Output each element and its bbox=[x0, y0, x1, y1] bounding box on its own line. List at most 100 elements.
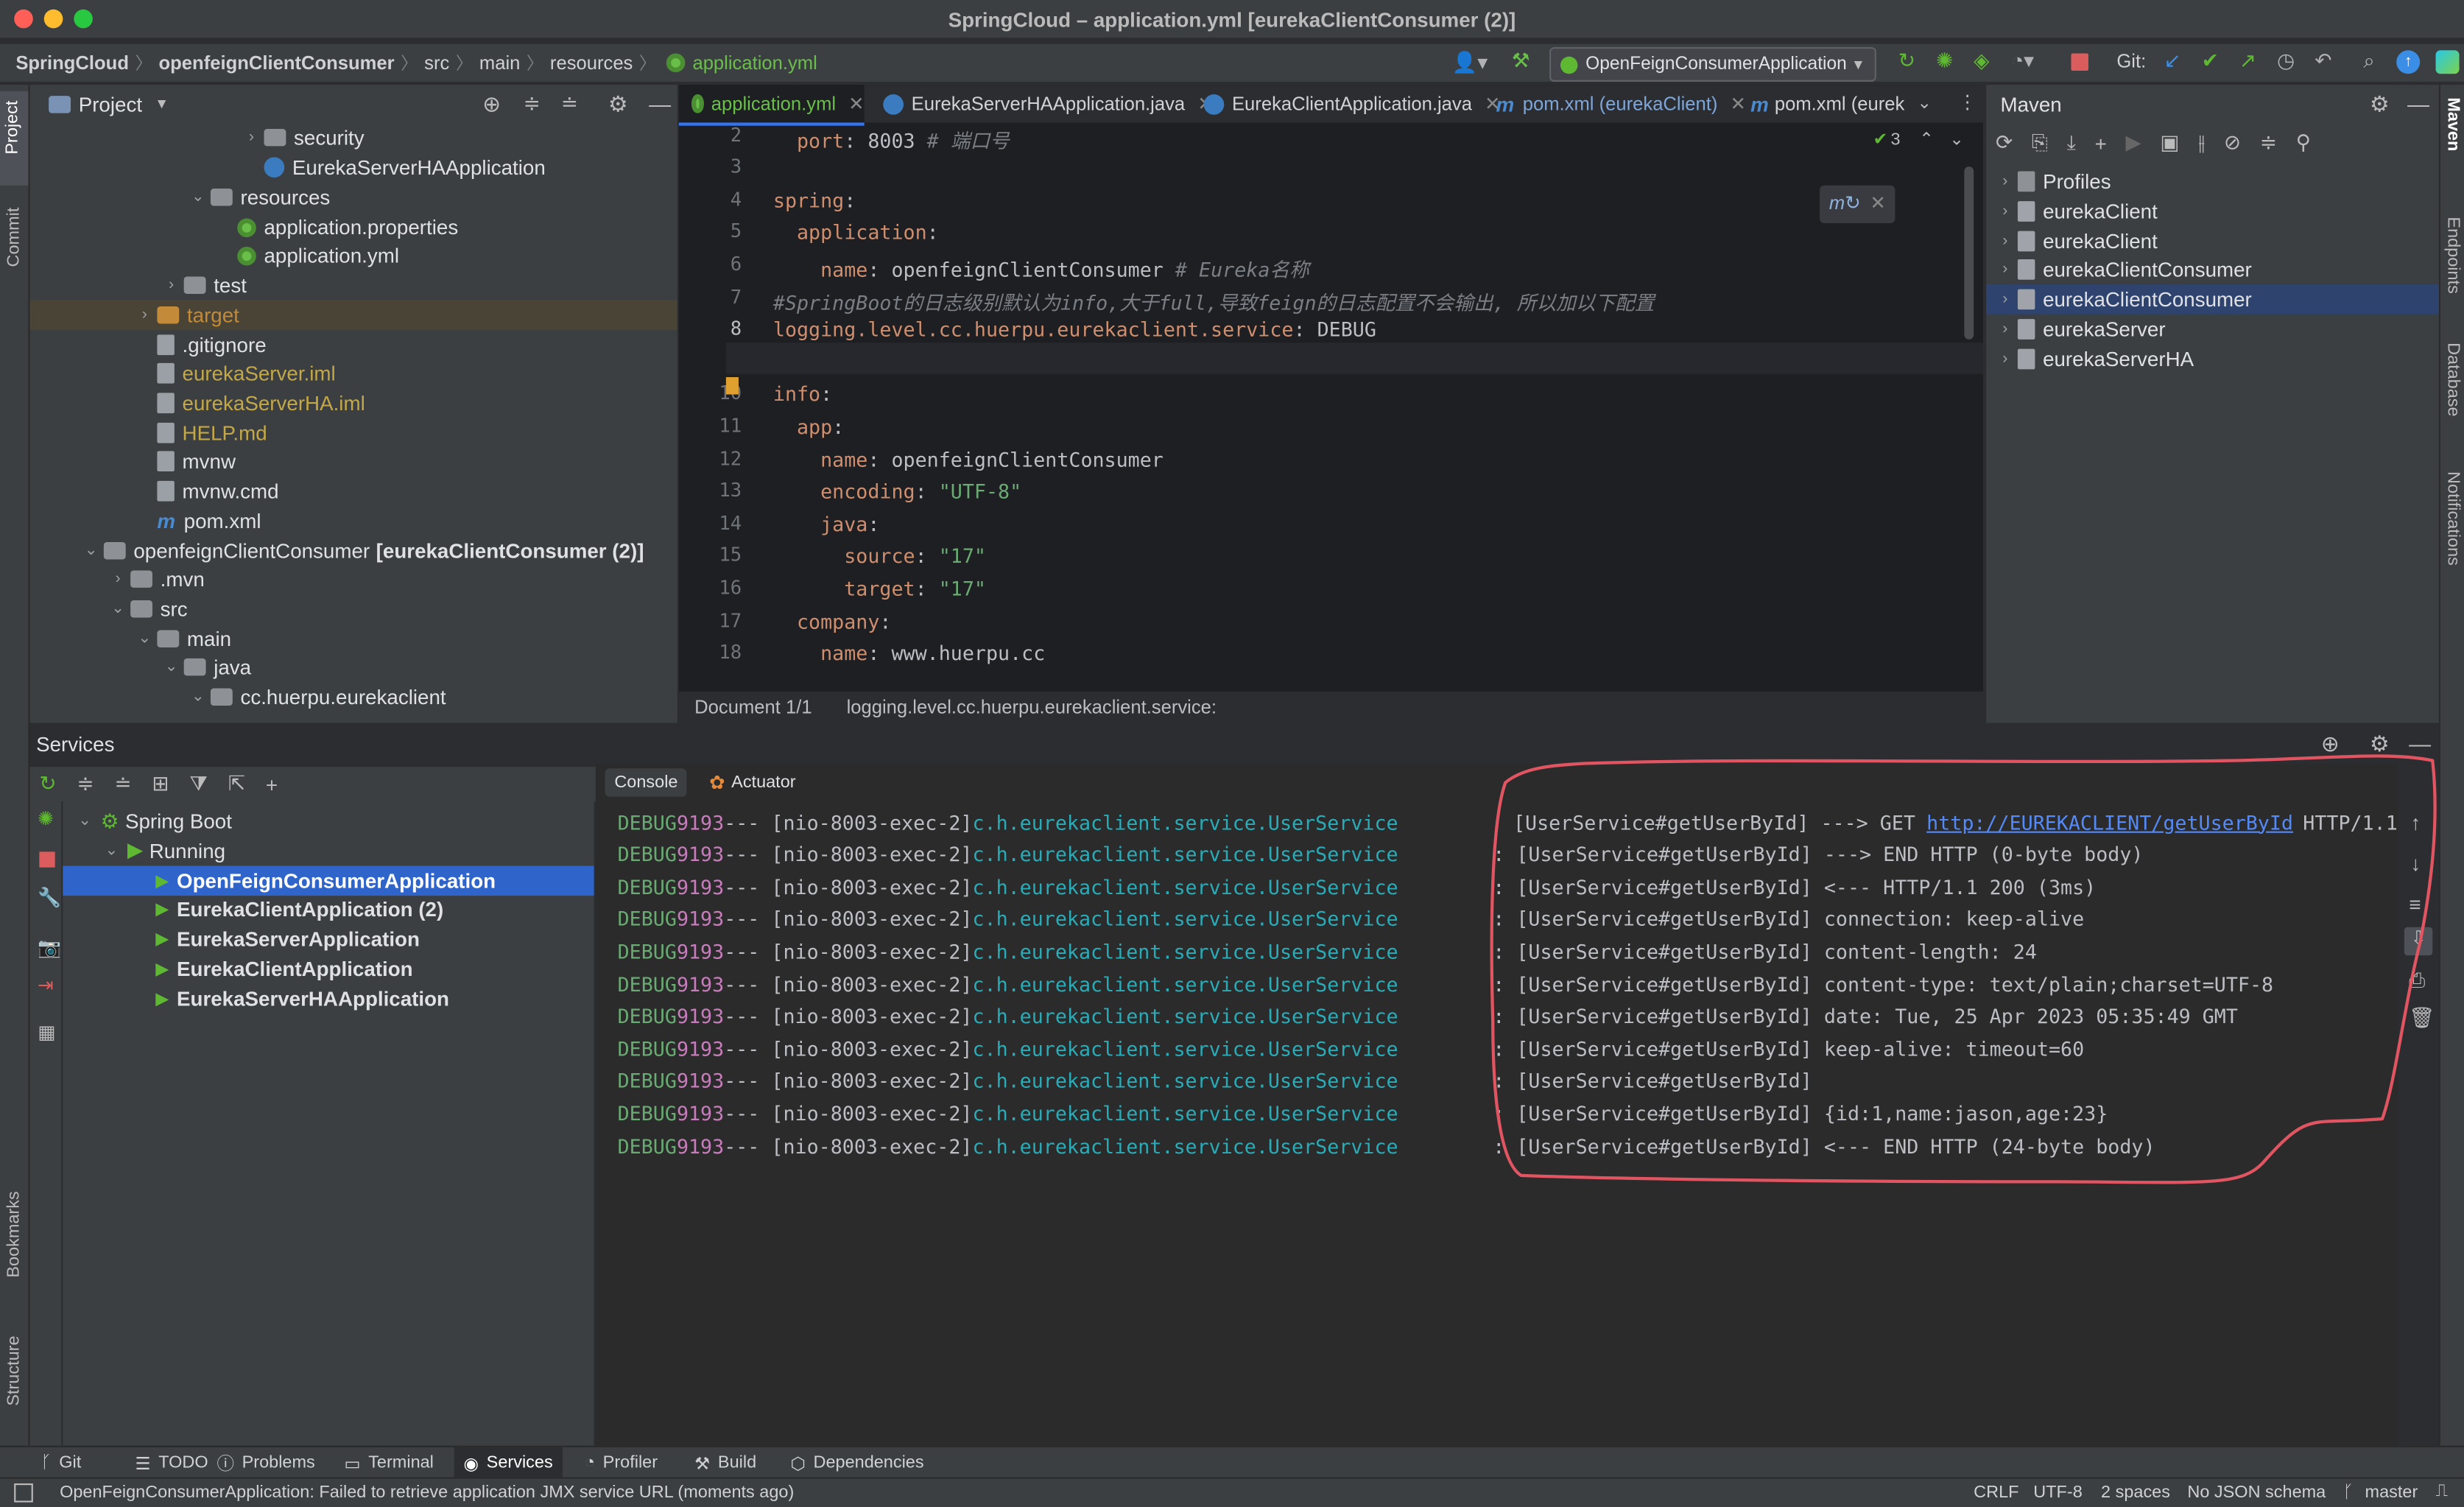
breadcrumb-project[interactable]: SpringCloud bbox=[15, 52, 129, 74]
chevron-right-icon[interactable]: › bbox=[1996, 291, 2015, 308]
services-tree-item[interactable]: ▶ OpenFeignConsumerApplication bbox=[63, 865, 594, 896]
code-view[interactable]: 1server:2 port: 8003 # 端口号34spring:5 app… bbox=[679, 113, 1968, 689]
scroll-to-end-icon[interactable]: ⇩ bbox=[2404, 927, 2433, 956]
coverage-icon[interactable]: ◈ bbox=[1974, 49, 1989, 74]
soft-wrap-icon[interactable]: ≡ bbox=[2409, 893, 2421, 916]
project-tree-row[interactable]: mvnw bbox=[30, 446, 677, 477]
layout-toggle-icon[interactable] bbox=[14, 1483, 33, 1503]
arrow-down-icon[interactable]: ↓ bbox=[2410, 851, 2421, 875]
maven-tree-item[interactable]: › eurekaClientConsumer bbox=[1986, 284, 2439, 315]
profile-run-icon[interactable]: ◔▾ bbox=[2011, 49, 2034, 74]
project-tree-row[interactable]: ⌄ resources bbox=[30, 182, 677, 212]
tab-eureka-server-ha-application[interactable]: EurekaServerHAApplication.java ✕ bbox=[870, 85, 1214, 122]
user-icon[interactable]: 👤▾ bbox=[1452, 50, 1488, 75]
maven-tree-item[interactable]: › Profiles bbox=[1986, 166, 2439, 197]
breadcrumb-file[interactable]: application.yml bbox=[692, 52, 817, 74]
json-schema[interactable]: No JSON schema bbox=[2187, 1483, 2326, 1503]
bookmarks-tool-button[interactable]: Bookmarks bbox=[4, 1191, 24, 1277]
gear-icon[interactable]: ⚙ bbox=[608, 91, 628, 117]
locate-icon[interactable]: ⊕ bbox=[2321, 730, 2340, 756]
project-tree-row[interactable]: application.properties bbox=[30, 212, 677, 242]
bottom-tab-services[interactable]: ◉ Services bbox=[454, 1447, 563, 1479]
project-tree-row[interactable]: › security bbox=[30, 122, 677, 152]
toggle-offline-icon[interactable]: ⫲ bbox=[2198, 130, 2205, 155]
services-tree-item[interactable]: ▶ EurekaServerHAApplication bbox=[63, 983, 594, 1014]
reload-icon[interactable]: ⟳ bbox=[1996, 130, 2013, 155]
breadcrumb-resources[interactable]: resources bbox=[550, 52, 633, 74]
project-tree-row[interactable]: › .mvn bbox=[30, 564, 677, 594]
project-tree-row[interactable]: eurekaServer.iml bbox=[30, 358, 677, 388]
chevron-right-icon[interactable]: › bbox=[1996, 350, 2015, 367]
maven-reload-popup[interactable]: m↻ ✕ bbox=[1820, 185, 1895, 223]
maven-tree-item[interactable]: › eurekaClientConsumer bbox=[1986, 255, 2439, 285]
database-tool-button[interactable]: Database bbox=[2443, 342, 2463, 416]
close-icon[interactable]: ✕ bbox=[848, 93, 864, 115]
chevron-down-icon[interactable]: ⌄ bbox=[108, 600, 127, 617]
breadcrumb-module[interactable]: openfeignClientConsumer bbox=[159, 52, 395, 74]
rerun-icon[interactable]: ↻ bbox=[1898, 49, 1915, 74]
tab-eureka-client-application[interactable]: EurekaClientApplication.java ✕ bbox=[1194, 85, 1501, 122]
project-tree-row[interactable]: HELP.md bbox=[30, 418, 677, 449]
bottom-tab-profiler[interactable]: ◔ Profiler bbox=[585, 1447, 658, 1479]
stop-icon[interactable] bbox=[2071, 53, 2088, 71]
collapse-all-icon[interactable]: ≐ bbox=[114, 772, 131, 797]
project-tool-button[interactable]: Project bbox=[0, 91, 29, 186]
add-service-icon[interactable]: + bbox=[266, 773, 278, 796]
analyze-icon[interactable]: ⚲ bbox=[2296, 130, 2311, 155]
close-icon[interactable]: ✕ bbox=[1870, 192, 1885, 214]
stop-icon[interactable] bbox=[39, 851, 55, 868]
print-icon[interactable]: ⎙ bbox=[2409, 968, 2425, 993]
group-by-icon[interactable]: ⊞ bbox=[152, 772, 169, 797]
tab-actuator[interactable]: Actuator bbox=[725, 768, 802, 796]
breadcrumb-src[interactable]: src bbox=[424, 52, 449, 74]
chevron-down-icon[interactable]: ⌄ bbox=[1949, 129, 1964, 150]
chevron-down-icon[interactable]: ▼ bbox=[155, 96, 169, 111]
hide-panel-icon[interactable]: — bbox=[2409, 731, 2431, 756]
services-tree-item[interactable]: ⌄ ▶ Running bbox=[63, 836, 594, 866]
search-icon[interactable]: ⌕ bbox=[2363, 49, 2375, 74]
lock-icon[interactable]: ⎍ bbox=[2436, 1482, 2448, 1503]
more-options-icon[interactable]: ⋮ bbox=[1958, 91, 1977, 113]
maven-tree-item[interactable]: › eurekaServerHA bbox=[1986, 344, 2439, 374]
chevron-right-icon[interactable]: › bbox=[1996, 232, 2015, 249]
tab-pom-eurek[interactable]: m pom.xml (eurek bbox=[1747, 85, 1904, 122]
bottom-tab-problems[interactable]: ⓘ Problems bbox=[217, 1447, 314, 1479]
chevron-up-icon[interactable]: ⌃ bbox=[1919, 129, 1934, 150]
yaml-path[interactable]: logging.level.cc.huerpu.eurekaclient.ser… bbox=[847, 696, 1217, 718]
log-link[interactable]: http://EUREKACLIENT/getUserById bbox=[1926, 810, 2293, 834]
close-icon[interactable]: ✕ bbox=[1731, 93, 1746, 115]
status-message[interactable]: OpenFeignConsumerApplication: Failed to … bbox=[60, 1483, 794, 1503]
exit-icon[interactable]: ⇥ bbox=[38, 974, 53, 997]
hide-panel-icon[interactable]: — bbox=[2407, 91, 2429, 116]
project-tree-row[interactable]: eurekaServerHA.iml bbox=[30, 388, 677, 418]
maven-tree-item[interactable]: › eurekaClient bbox=[1986, 225, 2439, 256]
trash-icon[interactable]: 🗑 bbox=[2409, 1005, 2435, 1030]
gear-icon[interactable]: ⚙ bbox=[2370, 730, 2390, 756]
rerun-icon[interactable]: ↻ bbox=[39, 772, 56, 797]
skip-tests-icon[interactable]: ⊘ bbox=[2224, 130, 2241, 155]
project-tree-row[interactable]: ⌄ src bbox=[30, 594, 677, 624]
collapse-icon[interactable]: ≑ bbox=[2260, 130, 2277, 155]
chevron-right-icon[interactable]: › bbox=[1996, 261, 2015, 278]
project-tree-row[interactable]: › target bbox=[29, 300, 677, 331]
git-branch[interactable]: master bbox=[2365, 1483, 2418, 1503]
services-tree-item[interactable]: ▶ EurekaServerApplication bbox=[63, 924, 594, 955]
expand-all-icon[interactable]: ≑ bbox=[524, 91, 541, 116]
chevron-right-icon[interactable]: › bbox=[108, 570, 127, 587]
project-tree-row[interactable]: EurekaServerHAApplication bbox=[30, 152, 677, 183]
chevron-down-icon[interactable]: ⌄ bbox=[162, 658, 181, 675]
indent-setting[interactable]: 2 spaces bbox=[2101, 1483, 2170, 1503]
chevron-down-icon[interactable]: ⌄ bbox=[102, 842, 122, 859]
document-indicator[interactable]: Document 1/1 bbox=[694, 696, 812, 718]
camera-icon[interactable]: 📷 bbox=[38, 937, 61, 959]
download-icon[interactable]: ⤓ bbox=[2067, 130, 2076, 155]
tab-pom-eureka-client[interactable]: m pom.xml (eurekaClient) ✕ bbox=[1493, 85, 1746, 122]
chevron-right-icon[interactable]: › bbox=[1996, 320, 2015, 337]
git-commit-icon[interactable]: ✔ bbox=[2202, 49, 2219, 74]
tab-application-yml[interactable]: application.yml ✕ bbox=[678, 85, 865, 126]
filter-icon[interactable]: ⧩ bbox=[189, 772, 208, 797]
wrench-icon[interactable]: 🔧 bbox=[38, 886, 61, 908]
maven-tree-item[interactable]: › eurekaServer bbox=[1986, 315, 2439, 345]
debug-bug-icon[interactable]: ✺ bbox=[1936, 49, 1953, 74]
project-tree-row[interactable]: › test bbox=[30, 270, 677, 301]
